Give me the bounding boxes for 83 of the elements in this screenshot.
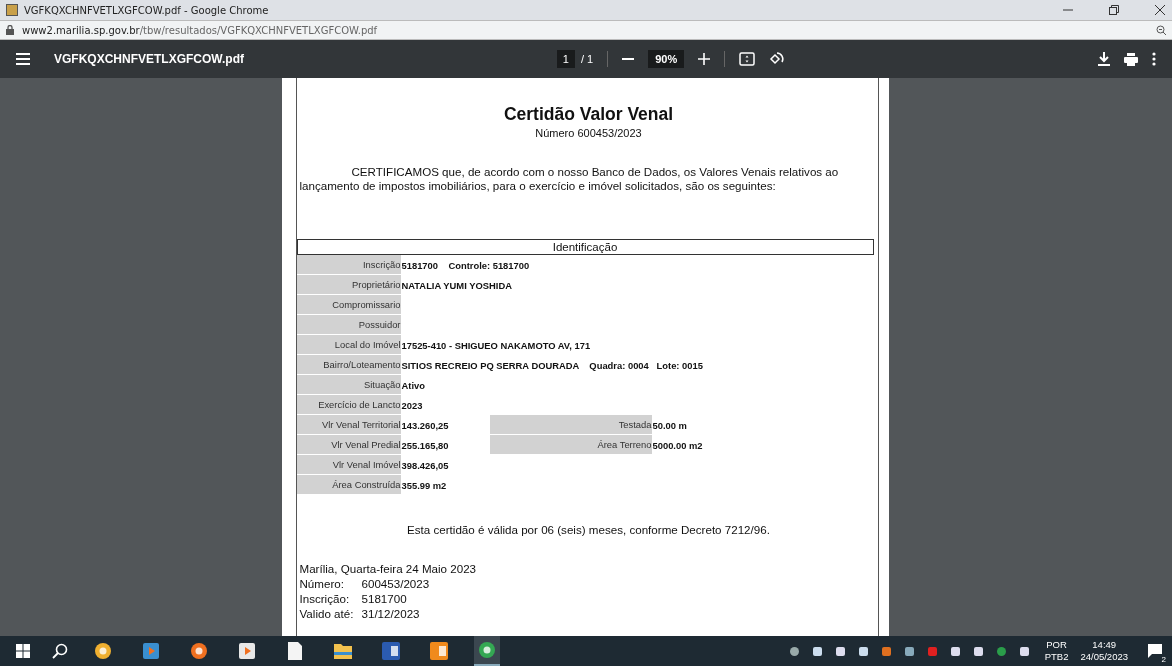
clock-date[interactable]: 24/05/2023 [1080,651,1128,663]
square-app-icon [238,642,256,660]
tray-icon[interactable] [1019,646,1029,656]
tray-icon[interactable] [789,646,799,656]
field-value: 255.165,80 [401,439,450,451]
field-label: Possuidor [296,315,401,335]
field-label: Situação [296,375,401,395]
field-value: 2023 [401,399,423,411]
validity-note: Esta certidão é válida por 06 (seis) meses, conforme Decreto 7212/96. [406,523,771,536]
square-app-icon [142,642,160,660]
footer-value: 5181700 [361,592,407,605]
menu-icon[interactable] [16,53,30,65]
notification-count: 2 [1159,655,1168,664]
field-label: Proprietário [296,275,401,295]
folder-icon [334,643,352,659]
message-icon [1148,644,1162,658]
file-name: VGFKQXCHNFVETLXGFCOW.pdf [54,52,244,66]
footer-value: 31/12/2023 [361,607,420,620]
zoom-out-icon[interactable] [1156,25,1166,35]
field-label: Testada [489,415,652,435]
clock-time[interactable]: 14:49 [1092,639,1117,651]
rotate-icon[interactable] [769,51,786,67]
field-label: Compromissario [296,295,401,315]
search-icon[interactable] [52,643,68,659]
tray-icon[interactable] [881,646,891,656]
circle-app-icon [94,642,112,660]
footer-label: Inscrição: [299,592,351,605]
restore-icon[interactable] [1108,4,1120,16]
footer-value: 600453/2023 [361,577,430,590]
tray-icon[interactable] [858,646,868,656]
field-label: Bairro/Loteamento [296,355,401,375]
circle-app-icon [190,642,208,660]
circle-app-icon [478,641,496,659]
field-value: 143.260,25 [401,419,450,431]
field-value: 355.99 m2 [401,479,447,491]
tray-icon[interactable] [835,646,845,656]
windows-start-icon[interactable] [16,644,30,658]
section-heading: Identificação [296,239,874,255]
document-icon [288,642,302,660]
field-label: Exercício de Lancto [296,395,401,415]
letter-app-icon [382,642,400,660]
more-icon[interactable] [1152,52,1156,66]
footer-label: Número: [299,577,345,590]
field-label: Inscrição [296,255,401,275]
field-label: Vlr Venal Imóvel [296,455,401,475]
page-total: / 1 [580,53,594,65]
field-value: 50.00 m [652,419,688,431]
letter-app-icon [430,642,448,660]
fit-page-icon[interactable] [739,52,756,66]
field-value: 17525-410 - SHIGUEO NAKAMOTO AV, 171 [401,339,591,351]
tray-icon[interactable] [904,646,914,656]
place-date: Marília, Quarta-feira 24 Maio 2023 [299,562,478,575]
minus-icon[interactable] [622,58,635,60]
window-title: VGFKQXCHNFVETLXGFCOW.pdf - Google Chrome [24,4,269,16]
download-icon[interactable] [1098,52,1110,66]
field-value: 5181700 Controle: 5181700 [401,259,530,271]
field-label: Vlr Venal Predial [296,435,401,455]
keyboard-layout[interactable]: PTB2 [1044,651,1069,663]
url-text[interactable]: www2.marilia.sp.gov.br/tbw/resultados/VGFKQXCHNFVETLXGFCOW.pdf [22,24,378,36]
field-value: 398.426,05 [401,459,449,471]
language-indicator[interactable]: POR [1046,639,1067,651]
footer-label: Valido até: [299,607,355,620]
taskbar-app[interactable] [474,636,500,666]
field-value: SITIOS RECREIO PQ SERRA DOURADA Quadra: 0004 Lote: 0015 [401,359,703,371]
page-number-field[interactable]: 1 [556,50,575,68]
field-label: Local do Imóvel [296,335,401,355]
field-label: Área Terreno [489,435,652,455]
field-label: Área Construída [296,475,401,495]
field-value: 5000.00 m2 [652,439,704,451]
tray-icon[interactable] [950,646,960,656]
tray-icon[interactable] [812,646,822,656]
plus-icon[interactable] [698,53,711,65]
document-number: Número 600453/2023 [534,127,643,139]
close-icon[interactable] [1154,4,1166,16]
document-title: Certidão Valor Venal [502,103,675,125]
field-value: Ativo [401,379,425,391]
field-label: Vlr Venal Territorial [296,415,401,435]
print-icon[interactable] [1124,52,1138,66]
lock-icon [6,25,14,35]
zoom-field[interactable]: 90% [648,50,685,68]
intro-paragraph: CERTIFICAMOS que, de acordo com o nosso Banco de Dados, os Valores Venais relativos ao lançamento de impostos imobiliários, para o exercício e imóvel solicitados, são os seguintes: [299,165,840,193]
tray-icon[interactable] [973,646,983,656]
field-value: NATALIA YUMI YOSHIDA [401,279,512,291]
